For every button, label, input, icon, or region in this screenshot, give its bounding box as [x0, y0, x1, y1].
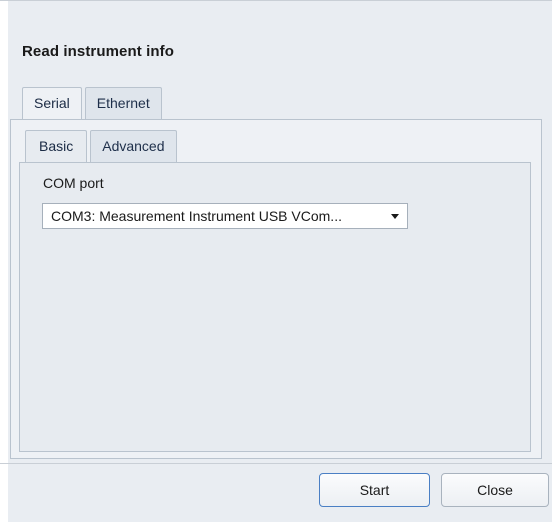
serial-panel: Basic Advanced COM port COM3: Measuremen…	[10, 119, 542, 459]
close-button[interactable]: Close	[441, 473, 549, 507]
com-port-selected-value: COM3: Measurement Instrument USB VCom...	[51, 208, 342, 224]
tab-ethernet[interactable]: Ethernet	[84, 87, 162, 119]
com-port-select[interactable]: COM3: Measurement Instrument USB VCom...	[42, 203, 408, 229]
tab-serial[interactable]: Serial	[22, 87, 82, 120]
dialog-left-edge	[0, 1, 8, 522]
com-port-label: COM port	[43, 175, 104, 191]
chevron-down-icon[interactable]	[391, 213, 399, 219]
footer-divider	[0, 463, 552, 464]
connection-tabs: Serial Ethernet	[22, 87, 162, 120]
tab-advanced[interactable]: Advanced	[90, 130, 177, 162]
dialog-title: Read instrument info	[22, 43, 175, 60]
settings-tabs: Basic Advanced	[25, 130, 177, 163]
basic-panel: COM port COM3: Measurement Instrument US…	[19, 162, 531, 452]
read-instrument-dialog: Read instrument info Serial Ethernet Bas…	[0, 0, 552, 522]
start-button[interactable]: Start	[319, 473, 430, 507]
tab-basic[interactable]: Basic	[25, 130, 88, 163]
